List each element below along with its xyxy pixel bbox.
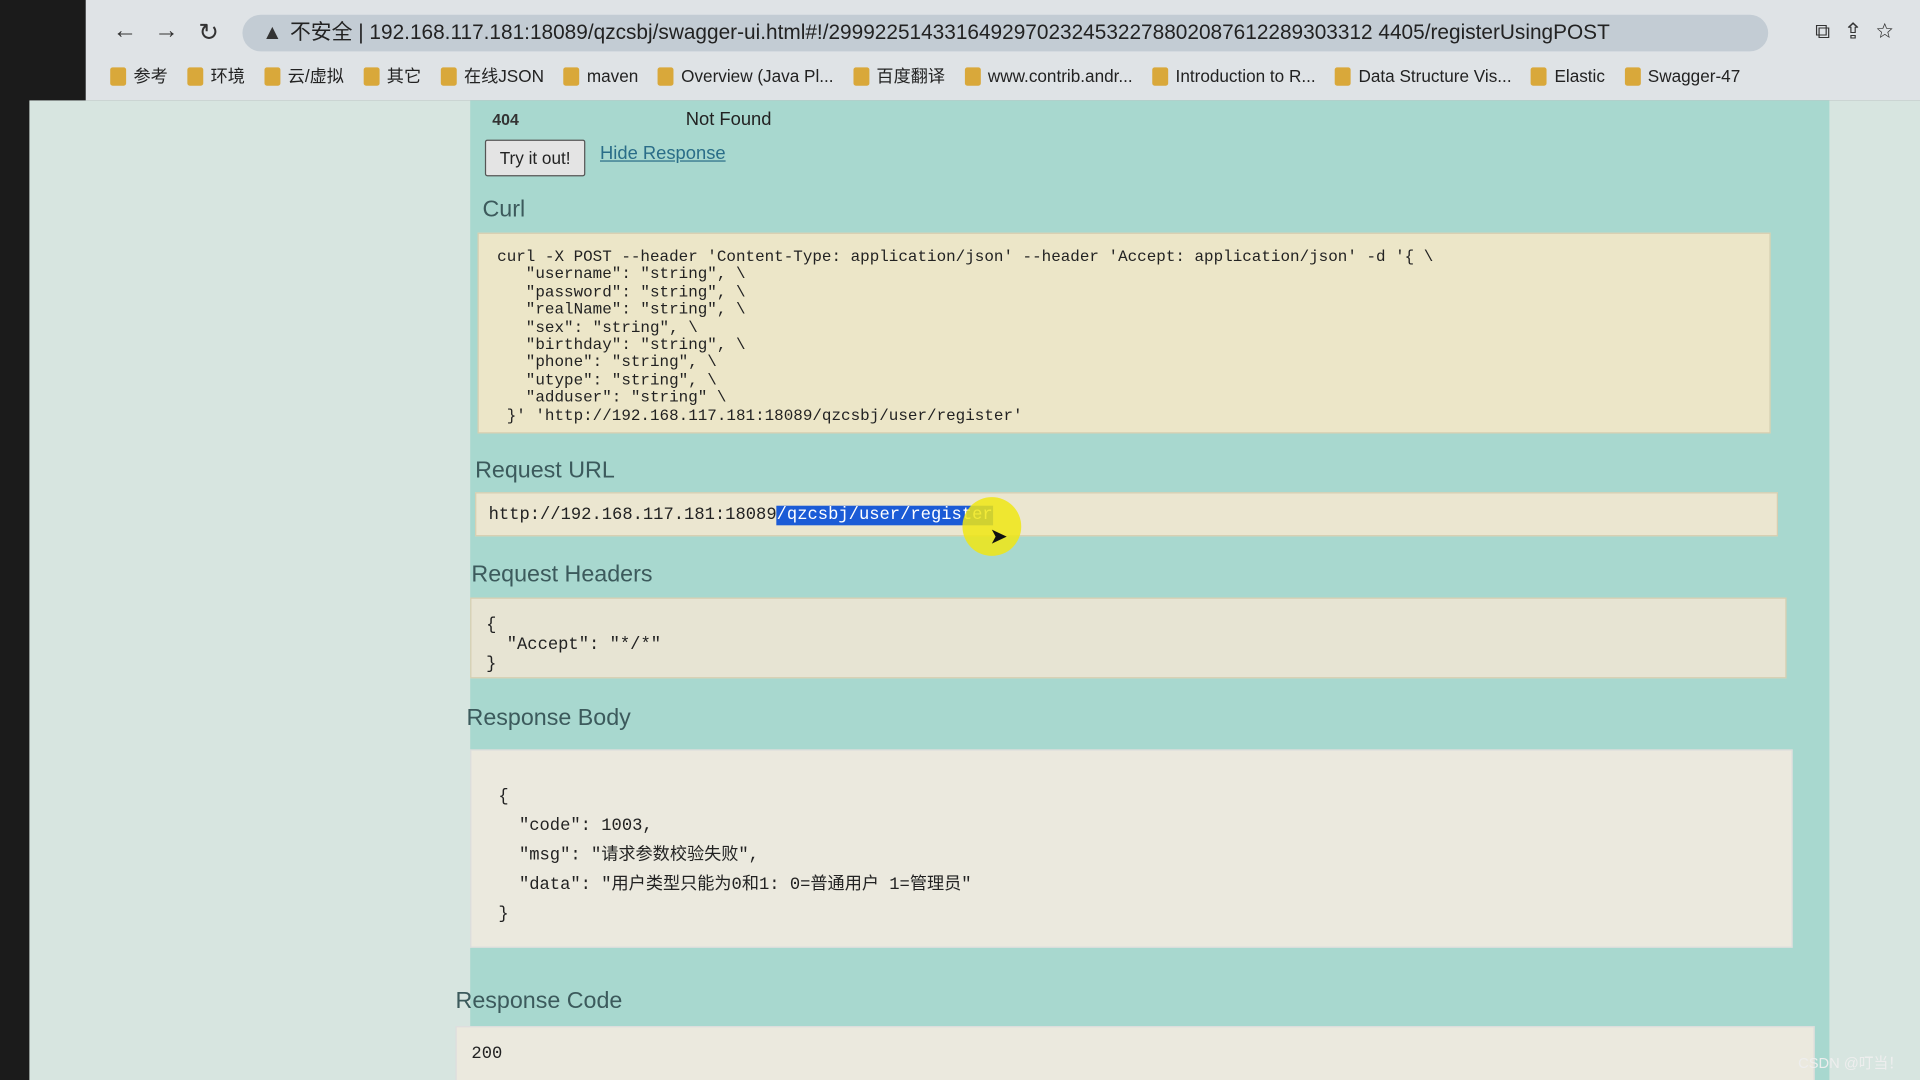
- curl-command: curl -X POST --header 'Content-Type: app…: [477, 232, 1771, 434]
- response-body-box: { "code": 1003, "msg": "请求参数校验失败", "data…: [470, 749, 1793, 948]
- bookmark-item[interactable]: 在线JSON: [440, 64, 544, 88]
- bookmark-icon: [1335, 66, 1352, 86]
- bookmark-label: Swagger-47: [1647, 66, 1741, 86]
- bookmark-icon: [1152, 66, 1169, 86]
- request-url-selected[interactable]: /qzcsbj/user/register: [776, 505, 993, 526]
- bookmark-label: www.contrib.andr...: [987, 66, 1133, 86]
- bookmark-label: 参考: [133, 66, 168, 86]
- bookmark-icon: [1531, 66, 1548, 86]
- bookmarks-bar: 参考 环境 云/虚拟 其它 在线JSON maven Overview (Java Pl..…: [110, 61, 1740, 90]
- forward-icon[interactable]: →: [154, 17, 178, 45]
- reload-icon[interactable]: ↻: [198, 17, 219, 48]
- toolbar-icons[interactable]: ⧉⇪☆: [1815, 20, 1910, 44]
- bookmark-icon: [657, 66, 674, 86]
- mouse-cursor-icon: ➤: [989, 524, 1008, 549]
- bookmark-label: maven: [586, 66, 639, 86]
- url-text: 192.168.117.181:18089/qzcsbj/swagger-ui.…: [369, 20, 1610, 45]
- back-icon[interactable]: ←: [113, 17, 137, 45]
- bookmark-icon: [964, 66, 981, 86]
- bookmark-item[interactable]: 环境: [187, 64, 245, 88]
- try-it-out-button[interactable]: Try it out!: [484, 139, 586, 177]
- warning-icon: ▲: [262, 20, 283, 45]
- response-body-heading: Response Body: [466, 705, 631, 732]
- bookmark-label: 在线JSON: [463, 66, 544, 86]
- bookmark-item[interactable]: 其它: [363, 64, 422, 88]
- bookmark-item[interactable]: 百度翻译: [853, 64, 945, 88]
- bookmark-label: 云/虚拟: [287, 66, 344, 86]
- bookmark-item[interactable]: 云/虚拟: [264, 64, 344, 88]
- bookmark-item[interactable]: Elastic: [1531, 66, 1605, 86]
- bookmark-label: Elastic: [1554, 66, 1605, 86]
- bookmark-icon: [853, 66, 870, 86]
- response-code-box: 200: [455, 1026, 1815, 1080]
- address-bar[interactable]: ▲ 不安全 | 192.168.117.181:18089/qzcsbj/swag…: [242, 14, 1769, 52]
- bookmark-item[interactable]: Introduction to R...: [1152, 66, 1316, 86]
- hide-response-link[interactable]: Hide Response: [600, 143, 726, 164]
- bookmark-item[interactable]: 参考: [110, 64, 168, 88]
- request-headers-heading: Request Headers: [471, 562, 653, 588]
- bookmark-item[interactable]: www.contrib.andr...: [964, 66, 1133, 86]
- bookmark-item[interactable]: Data Structure Vis...: [1335, 66, 1512, 86]
- bookmark-item[interactable]: Overview (Java Pl...: [657, 66, 834, 86]
- bookmark-icon: [363, 66, 380, 86]
- request-headers-box: { "Accept": "*/*" }: [470, 597, 1787, 679]
- request-url-heading: Request URL: [475, 457, 615, 484]
- bookmark-icon: [264, 66, 281, 86]
- response-code-heading: Response Code: [455, 988, 623, 1014]
- bookmark-label: 环境: [210, 66, 245, 86]
- bookmark-item[interactable]: maven: [563, 66, 639, 86]
- bookmark-label: 百度翻译: [876, 66, 946, 86]
- bookmark-label: Introduction to R...: [1175, 66, 1316, 86]
- bookmark-label: Overview (Java Pl...: [681, 66, 834, 86]
- status-code: 404: [492, 110, 519, 129]
- bookmark-icon: [563, 66, 580, 86]
- screen: ← → ↻ ▲ 不安全 | 192.168.117.181:18089/qzcsb…: [0, 0, 1920, 1080]
- bookmark-label: 其它: [386, 66, 422, 86]
- bookmark-label: Data Structure Vis...: [1358, 66, 1512, 86]
- not-secure-label: 不安全: [289, 20, 353, 45]
- watermark: CSDN @叮当！: [1798, 1054, 1903, 1072]
- bookmark-icon: [440, 66, 457, 86]
- bookmark-icon: [110, 66, 127, 86]
- bookmark-icon: [1624, 66, 1641, 86]
- curl-heading: Curl: [482, 197, 526, 223]
- request-url-box: http://192.168.117.181:18089/qzcsbj/user…: [475, 492, 1778, 537]
- request-url-base: http://192.168.117.181:18089: [488, 505, 777, 526]
- status-text: Not Found: [685, 108, 772, 130]
- bookmark-icon: [187, 66, 204, 86]
- bookmark-item[interactable]: Swagger-47: [1624, 66, 1741, 86]
